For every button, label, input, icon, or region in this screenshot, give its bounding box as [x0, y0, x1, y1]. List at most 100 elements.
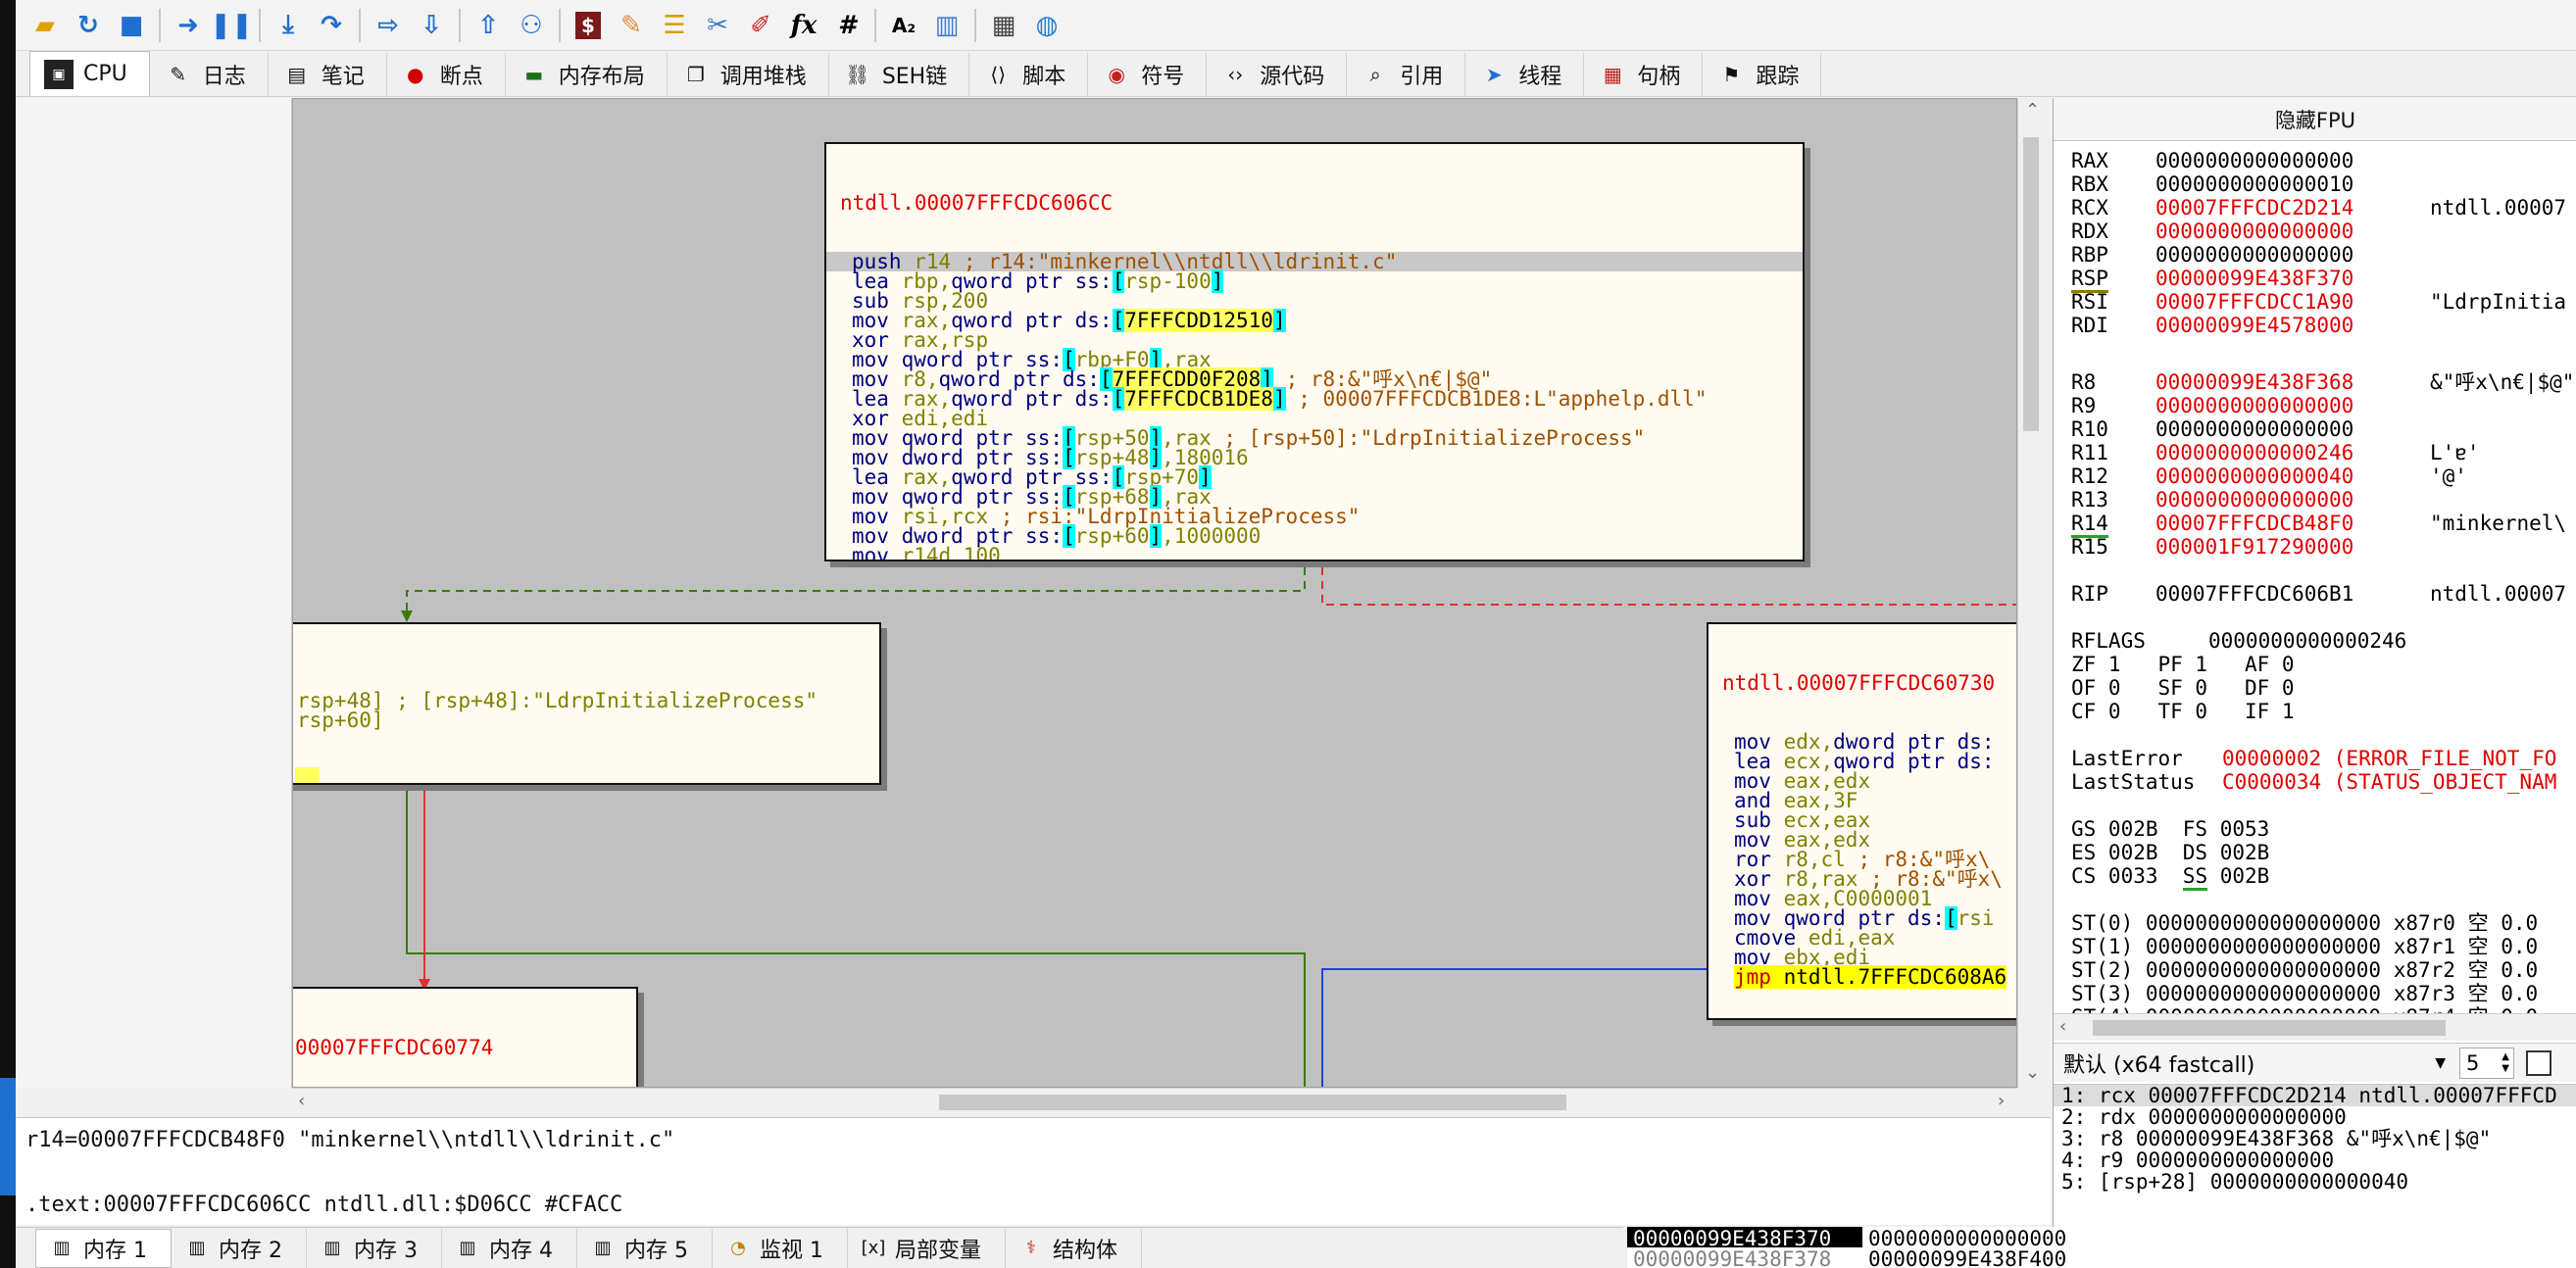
instruction-row[interactable]: xor edi,edi [826, 409, 1803, 429]
segment-row[interactable]: ES 002B DS 002B [2071, 841, 2576, 864]
dump-tab-1[interactable]: ▥ 内存 2 [172, 1228, 307, 1268]
graph-horizontal-scrollbar[interactable]: ‹ › [292, 1088, 2017, 1115]
register-row[interactable]: RSI 00007FFFCDCC1A90 "LdrpInitia [2071, 290, 2576, 314]
instruction-row[interactable]: lea rax,qword ptr ss:[rsp+70] [826, 465, 1803, 489]
fpu-row[interactable]: ST(0) 0000000000000000000 x87r0 空 0.0 [2071, 911, 2576, 935]
instruction-row[interactable]: mov eax,edx [1709, 830, 2016, 851]
tab-11[interactable]: ➤ 线程 [1465, 53, 1585, 96]
instruction-row[interactable]: sub ecx,eax [1709, 810, 2016, 831]
instruction-row[interactable]: mov qword ptr ss:[rbp+F0],rax [826, 348, 1803, 371]
instruction-row[interactable]: lea ecx,qword ptr ds: [1709, 752, 2016, 772]
instruction-row[interactable]: mov dword ptr ss:[rsp+60],1000000 [826, 524, 1803, 548]
tab-2[interactable]: ▤ 笔记 [269, 53, 387, 96]
register-value[interactable]: 00007FFFCDCB48F0 [2155, 512, 2430, 535]
open-icon[interactable]: ▰ [24, 4, 67, 47]
instruction-row[interactable]: mov edx,dword ptr ds: [1709, 732, 2016, 753]
register-row[interactable]: RDI 00000099E4578000 [2071, 314, 2576, 337]
segment-row[interactable]: CS 0033 SS 002B [2071, 864, 2576, 891]
dump-tab-2[interactable]: ▥ 内存 3 [307, 1228, 442, 1268]
tab-7[interactable]: ⟨⟩ 脚本 [969, 53, 1089, 96]
run-to-user-code-icon[interactable]: ⚇ [510, 4, 553, 47]
patch-icon[interactable]: ✎ [610, 4, 653, 47]
scroll-thumb[interactable] [2093, 1020, 2446, 1036]
register-value[interactable]: 000001F917290000 [2155, 535, 2430, 559]
register-row[interactable]: RFLAGS 0000000000000246 [2071, 629, 2576, 653]
tab-8[interactable]: ◉ 符号 [1088, 53, 1208, 96]
run-icon[interactable]: ➜ [167, 4, 210, 47]
tab-3[interactable]: ● 断点 [387, 53, 506, 96]
instruction-row[interactable]: mov ebx,edi [1709, 948, 2016, 968]
tab-1[interactable]: ✎ 日志 [150, 53, 269, 96]
scroll-thumb[interactable] [2023, 137, 2039, 431]
scroll-down-icon[interactable]: ⌄ [2025, 1062, 2040, 1083]
instruction-row[interactable]: mov dword ptr ss:[rsp+48],180016 [826, 446, 1803, 469]
instruction-row[interactable]: mov r14d,100 [826, 546, 1803, 561]
instruction-row[interactable]: and eax,3F [1709, 791, 2016, 811]
instruction-row[interactable]: mov rax,qword ptr ds:[7FFFCDD12510] [826, 309, 1803, 332]
instruction-row[interactable]: mov rsi,rcx ; rsi:"LdrpInitializeProcess… [826, 507, 1803, 527]
function-icon[interactable]: fx [782, 4, 825, 47]
register-value[interactable]: 00007FFFCDC606B1 [2155, 582, 2430, 606]
register-row[interactable]: RDX 0000000000000000 [2071, 219, 2576, 243]
register-row[interactable]: RCX 00007FFFCDC2D214 ntdll.00007 [2071, 196, 2576, 219]
instruction-row[interactable]: mov qword ptr ss:[rsp+68],rax [826, 485, 1803, 509]
register-value[interactable]: 0000000000000000 [2155, 219, 2430, 243]
instruction-row[interactable]: push r14 ; r14:"minkernel\\ntdll\\ldrini… [826, 252, 1803, 272]
register-row[interactable]: R8 00000099E438F368 &"呼x\n€|$@" [2071, 370, 2576, 394]
register-value[interactable]: 0000000000000000 [2155, 488, 2430, 512]
register-value[interactable]: 00000099E438F368 [2155, 370, 2430, 394]
dump-tab-6[interactable]: [x] 局部变量 [848, 1228, 1007, 1268]
execute-till-return-icon[interactable]: ⇧ [467, 4, 510, 47]
register-row[interactable]: RAX 0000000000000000 [2071, 149, 2576, 172]
register-value[interactable]: 0000000000000000 [2155, 149, 2430, 172]
graph-block-main[interactable]: ntdll.00007FFFCDC606CC push r14 ; r14:"m… [824, 142, 1805, 561]
register-horizontal-scrollbar[interactable]: ‹ [2054, 1013, 2576, 1041]
hide-fpu-button[interactable]: 隐藏FPU [2054, 98, 2576, 141]
dump-tab-0[interactable]: ▥ 内存 1 [35, 1228, 172, 1268]
register-row[interactable]: LastError 00000002 (ERROR_FILE_NOT_FO [2071, 747, 2576, 770]
trace-into-icon[interactable]: ⇨ [367, 4, 410, 47]
register-value[interactable]: 00000099E438F370 [2155, 267, 2430, 290]
register-value[interactable]: 0000000000000010 [2155, 172, 2430, 196]
bookmark-icon[interactable]: ✐ [739, 4, 782, 47]
argument-row[interactable]: 2: rdx 0000000000000000 [2054, 1106, 2576, 1128]
register-value[interactable]: 00000099E4578000 [2155, 314, 2430, 337]
script-icon[interactable]: $ [567, 4, 610, 47]
register-value[interactable]: 0000000000000000 [2155, 417, 2430, 441]
arg-count-spinbox[interactable]: 5 ▲ ▼ [2459, 1047, 2514, 1079]
instruction-row[interactable]: rsp+60] [293, 710, 879, 731]
argument-row[interactable]: 3: r8 00000099E438F368 &"呼x\n€|$@" [2054, 1128, 2576, 1149]
scroll-up-icon[interactable]: ⌃ [2025, 100, 2040, 121]
tab-12[interactable]: ▦ 句柄 [1584, 53, 1704, 96]
graph-block-right[interactable]: ntdll.00007FFFCDC60730 mov edx,dword ptr… [1707, 622, 2016, 1020]
fpu-row[interactable]: ST(3) 0000000000000000000 x87r3 空 0.0 [2071, 982, 2576, 1005]
register-value[interactable]: 00007FFFCDCC1A90 [2155, 290, 2430, 314]
tab-10[interactable]: ⌕ 引用 [1347, 53, 1466, 96]
globe-icon[interactable]: ◍ [1025, 4, 1068, 47]
register-value[interactable]: 0000000000000246 [2208, 629, 2406, 653]
font-icon[interactable]: A₂ [882, 4, 925, 47]
graph-block-bottom[interactable]: 00007FFFCDC60774 r8,qword ptr ss:[rbp+70… [293, 987, 638, 1087]
register-value[interactable]: 00000002 (ERROR_FILE_NOT_FO [2222, 747, 2556, 770]
instruction-row[interactable]: jmp ntdll.7FFFCDC608A6 [1709, 965, 2016, 989]
calling-convention-select[interactable]: 默认 (x64 fastcall) ▼ [2063, 1048, 2455, 1079]
calculator-icon[interactable]: ▦ [982, 4, 1025, 47]
step-over-icon[interactable]: ↷ [310, 4, 353, 47]
dump-tab-5[interactable]: ◔ 监视 1 [713, 1228, 848, 1268]
instruction-row[interactable]: lea rbp,qword ptr ss:[rsp-100] [826, 269, 1803, 293]
step-into-icon[interactable]: ⤓ [267, 4, 310, 47]
tab-4[interactable]: ▬ 内存布局 [506, 53, 668, 96]
register-row[interactable]: LastStatus C0000034 (STATUS_OBJECT_NAM [2071, 770, 2576, 794]
dump-tab-4[interactable]: ▥ 内存 5 [577, 1228, 713, 1268]
segment-row[interactable]: GS 002B FS 0053 [2071, 817, 2576, 841]
instruction-row[interactable]: mov r8,qword ptr ds:[7FFFCDD0F208] ; r8:… [826, 367, 1803, 391]
hash-icon[interactable]: # [825, 4, 868, 47]
register-row[interactable]: R11 0000000000000246 L'ɐ' [2071, 441, 2576, 464]
register-row[interactable]: R9 0000000000000000 [2071, 394, 2576, 417]
dump-tab-3[interactable]: ▥ 内存 4 [442, 1228, 577, 1268]
tab-0[interactable]: ▣ CPU [29, 51, 150, 96]
memory-device-icon[interactable]: ▥ [925, 4, 968, 47]
pause-icon[interactable]: ❚❚ [210, 4, 253, 47]
graph-vertical-scrollbar[interactable]: ⌃ ⌄ [2017, 98, 2045, 1088]
register-row[interactable]: R14 00007FFFCDCB48F0 "minkernel\ [2071, 512, 2576, 538]
